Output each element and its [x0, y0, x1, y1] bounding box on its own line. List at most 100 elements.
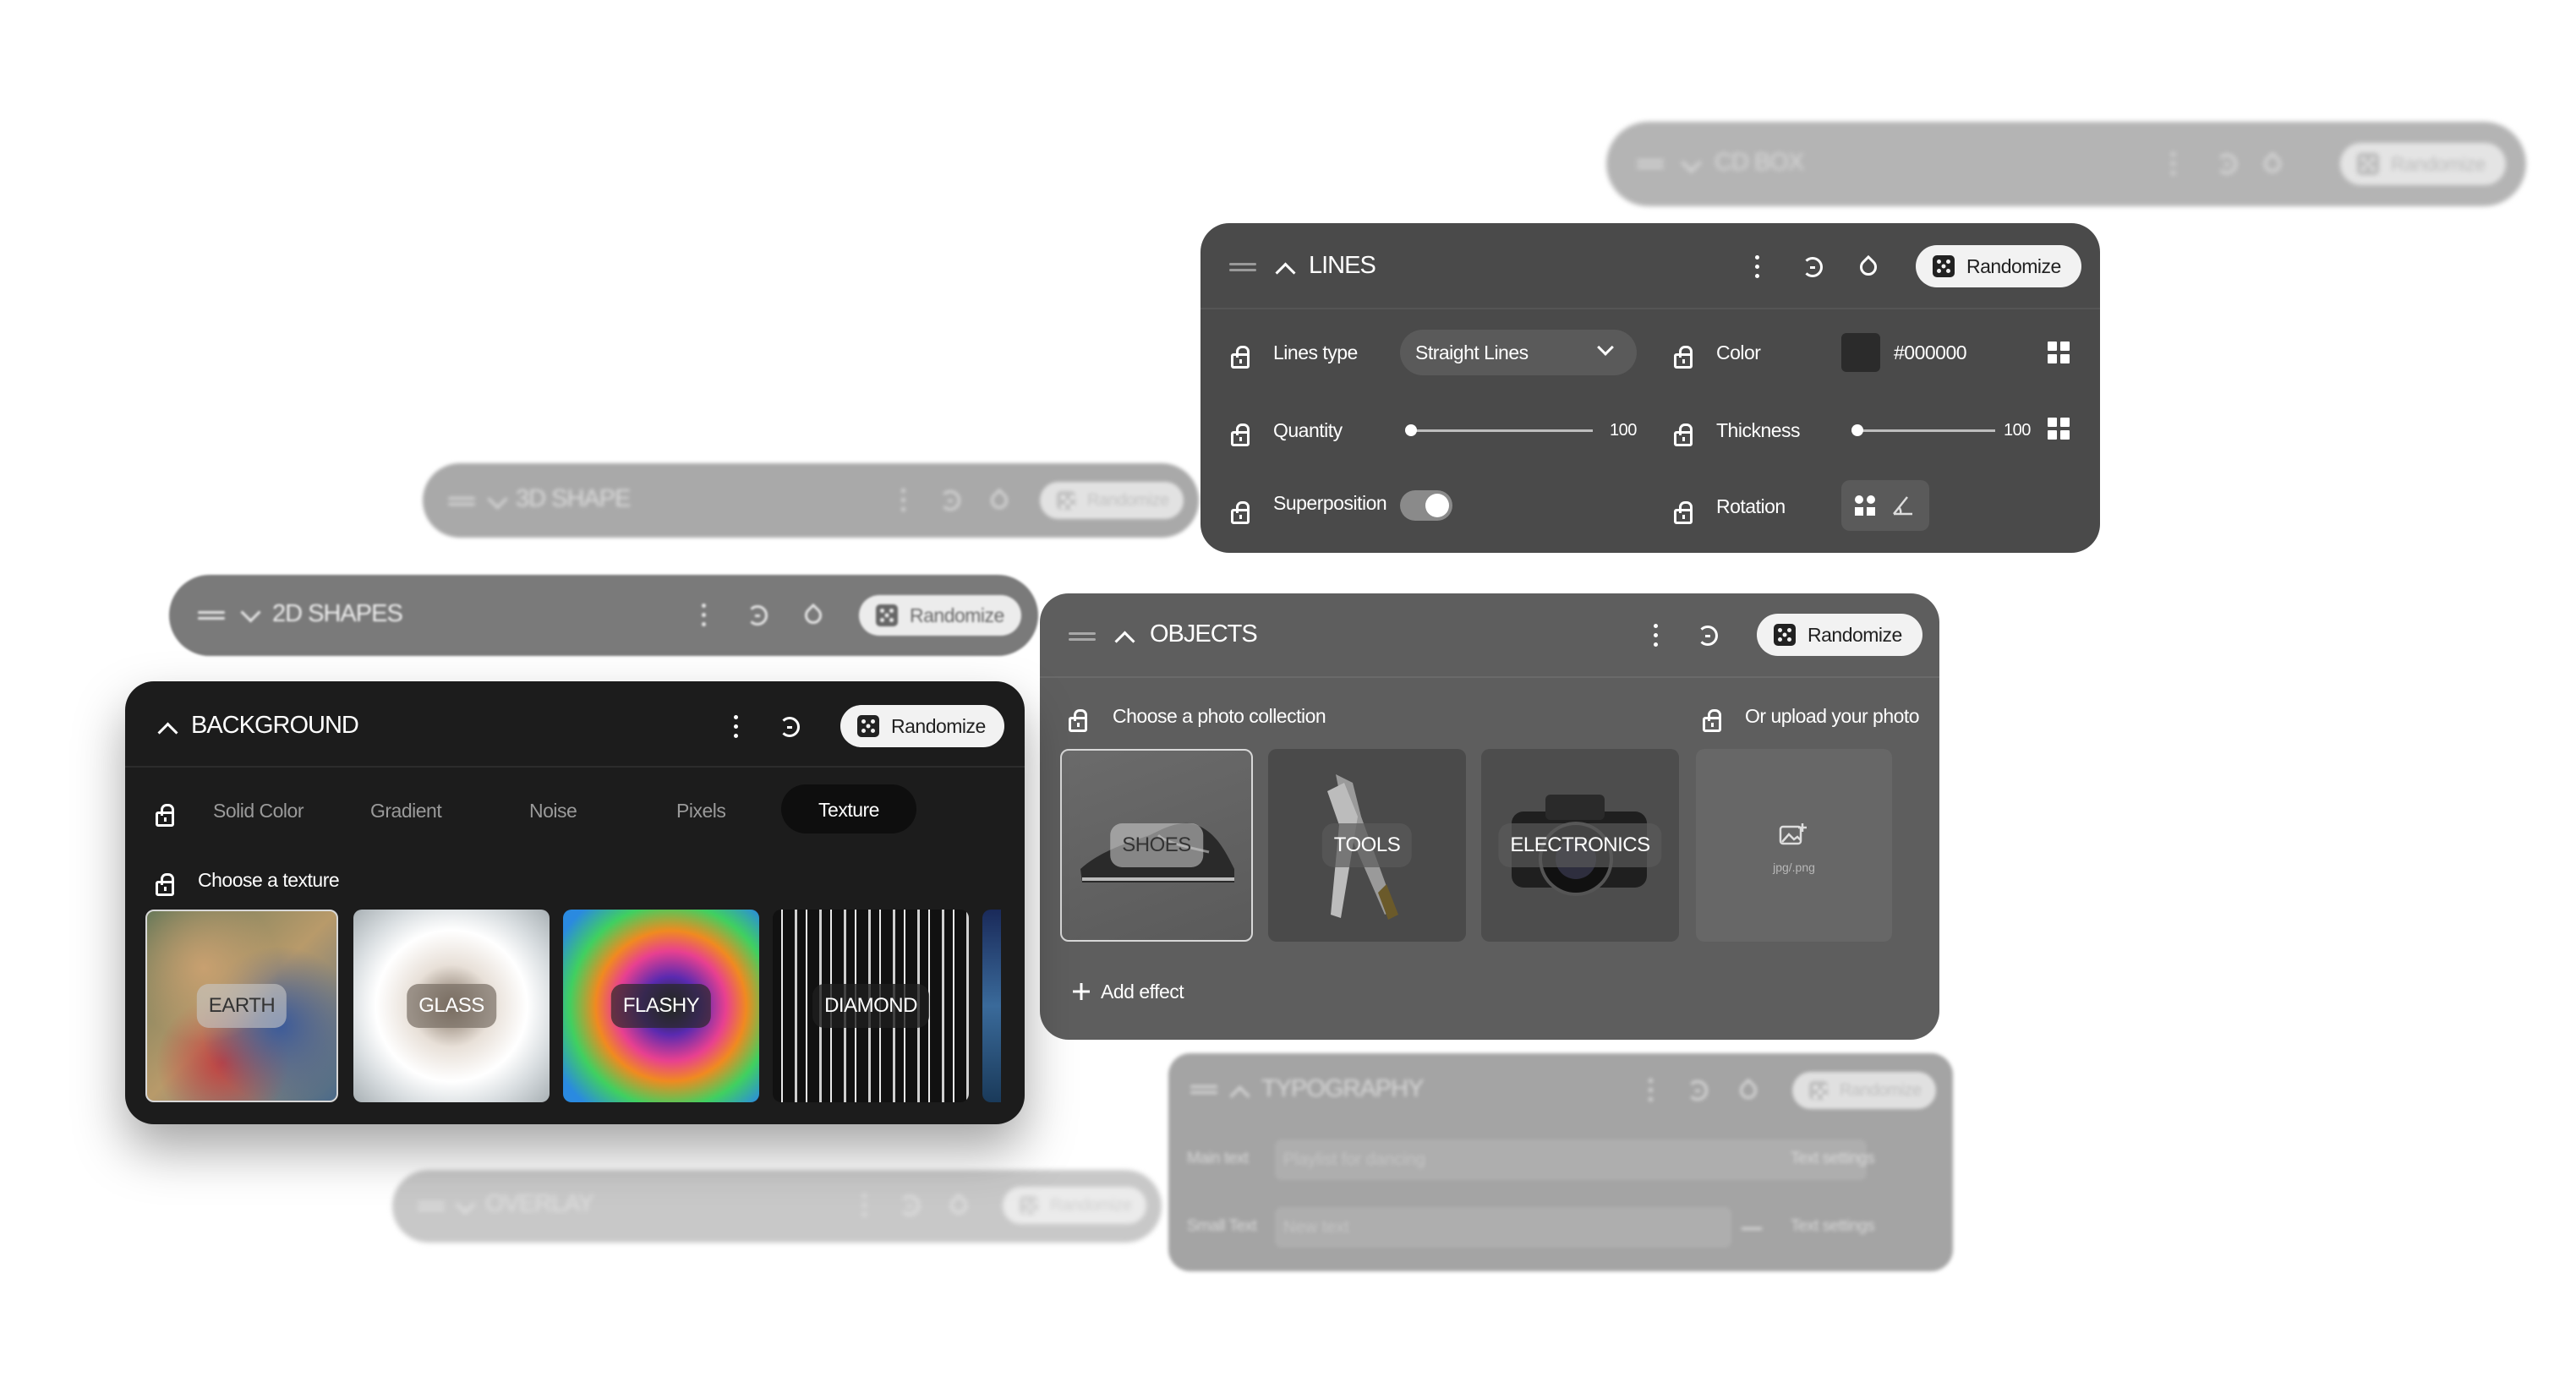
grip-icon[interactable]: [418, 1202, 445, 1210]
quantity-slider-handle[interactable]: [1405, 424, 1417, 436]
kebab-icon[interactable]: [901, 489, 906, 512]
drop-icon[interactable]: [801, 603, 826, 628]
randomize-button[interactable]: Randomize: [1792, 1072, 1936, 1109]
randomize-button[interactable]: Randomize: [1040, 482, 1184, 519]
grid-icon[interactable]: [2048, 342, 2070, 363]
randomize-button[interactable]: Randomize: [1757, 614, 1922, 656]
lock-icon[interactable]: [1231, 501, 1250, 524]
drop-icon[interactable]: [1856, 254, 1881, 280]
randomize-button[interactable]: Randomize: [1916, 245, 2081, 287]
drop-icon[interactable]: [987, 488, 1012, 513]
drop-icon[interactable]: [946, 1193, 971, 1218]
quantity-slider[interactable]: [1407, 429, 1593, 432]
texture-tile-flashy[interactable]: FLASHY: [563, 910, 759, 1102]
kebab-icon[interactable]: [734, 715, 739, 739]
thickness-slider[interactable]: [1853, 429, 1995, 432]
collection-tile-electronics[interactable]: ELECTRONICS: [1481, 749, 1679, 942]
randomize-button[interactable]: Randomize: [859, 595, 1021, 636]
grip-icon[interactable]: [198, 611, 225, 620]
chevron-up-icon[interactable]: [1114, 631, 1135, 652]
chevron-up-icon[interactable]: [1275, 262, 1296, 283]
add-effect-button[interactable]: Add effect: [1065, 970, 1217, 1013]
lock-icon[interactable]: [156, 804, 174, 827]
lines-type-select[interactable]: Straight Lines: [1400, 330, 1637, 375]
lock-icon[interactable]: [1231, 346, 1250, 369]
kebab-icon[interactable]: [862, 1194, 867, 1217]
grip-icon[interactable]: [1069, 632, 1096, 641]
texture-tile-diamond[interactable]: DIAMOND: [773, 910, 969, 1102]
kebab-icon[interactable]: [1654, 624, 1659, 648]
choose-collection-label: Choose a photo collection: [1113, 705, 1326, 727]
main-text-input[interactable]: Playlist for dancing: [1275, 1139, 1867, 1180]
rotation-control[interactable]: [1841, 480, 1929, 531]
color-swatch[interactable]: [1841, 333, 1880, 372]
quantity-value: 100: [1610, 421, 1637, 440]
text-settings-dropdown[interactable]: Text settings: [1791, 1217, 1875, 1236]
kebab-icon[interactable]: [2171, 152, 2176, 176]
reset-icon[interactable]: [747, 605, 768, 626]
dice-icon: [1933, 255, 1955, 277]
randomize-button[interactable]: Randomize: [1003, 1187, 1146, 1224]
dash-icon: [1742, 1227, 1762, 1230]
reset-icon[interactable]: [2217, 154, 2237, 174]
reset-icon[interactable]: [900, 1195, 920, 1216]
chevron-up-icon[interactable]: [1229, 1085, 1250, 1107]
tab-solid-color[interactable]: Solid Color: [213, 800, 304, 822]
chevron-down-icon[interactable]: [455, 1194, 476, 1215]
drop-icon[interactable]: [2260, 151, 2285, 177]
dice-icon: [1809, 1081, 1828, 1100]
lock-icon[interactable]: [1674, 346, 1693, 369]
superposition-toggle[interactable]: [1400, 490, 1452, 521]
grid-icon[interactable]: [2048, 418, 2070, 440]
reset-icon[interactable]: [940, 490, 960, 511]
lock-icon[interactable]: [1674, 423, 1693, 446]
small-text-label: Small Text: [1187, 1217, 1257, 1235]
texture-tile-glass[interactable]: GLASS: [353, 910, 550, 1102]
panel-cd-box: CD BOX Randomize: [1606, 122, 2526, 206]
reset-icon[interactable]: [1698, 626, 1718, 646]
reset-icon[interactable]: [1687, 1080, 1708, 1101]
small-text-input[interactable]: New text: [1275, 1207, 1731, 1248]
tab-gradient[interactable]: Gradient: [370, 800, 442, 822]
reset-icon[interactable]: [779, 717, 800, 737]
drop-icon[interactable]: [1736, 1078, 1761, 1103]
grip-icon[interactable]: [1190, 1085, 1217, 1094]
kebab-icon[interactable]: [1649, 1079, 1654, 1102]
color-hex-value[interactable]: #000000: [1894, 342, 1967, 364]
chevron-down-icon[interactable]: [1681, 152, 1702, 173]
lock-icon[interactable]: [1674, 501, 1693, 524]
panel-title: CD BOX: [1715, 149, 1804, 176]
kebab-icon[interactable]: [1755, 255, 1760, 279]
lock-icon[interactable]: [1231, 423, 1250, 446]
rotation-label: Rotation: [1716, 495, 1786, 517]
tab-noise[interactable]: Noise: [529, 800, 577, 822]
collection-label: TOOLS: [1321, 823, 1413, 867]
randomize-button[interactable]: Randomize: [840, 705, 1004, 747]
upload-tile[interactable]: jpg/.png: [1696, 749, 1892, 942]
texture-tile-earth[interactable]: EARTH: [145, 910, 338, 1102]
main-text-label: Main text: [1187, 1150, 1249, 1167]
randomize-button[interactable]: Randomize: [2340, 143, 2506, 185]
chevron-up-icon[interactable]: [157, 722, 178, 743]
collection-label: ELECTRONICS: [1498, 823, 1662, 867]
tab-texture[interactable]: Texture: [781, 784, 916, 833]
texture-tile-partial[interactable]: [982, 910, 1001, 1102]
grip-icon[interactable]: [448, 497, 475, 505]
reset-icon[interactable]: [1802, 257, 1823, 277]
kebab-icon[interactable]: [702, 604, 707, 627]
collection-tile-shoes[interactable]: SHOES: [1060, 749, 1253, 942]
chevron-down-icon[interactable]: [240, 602, 261, 623]
text-settings-dropdown[interactable]: Text settings: [1791, 1150, 1875, 1168]
grip-icon[interactable]: [1229, 263, 1256, 271]
collection-tile-tools[interactable]: TOOLS: [1268, 749, 1466, 942]
lock-icon[interactable]: [1069, 709, 1087, 732]
grip-icon[interactable]: [1637, 160, 1664, 168]
shapes-icon: [1855, 495, 1877, 517]
tab-pixels[interactable]: Pixels: [676, 800, 726, 822]
lock-icon[interactable]: [1703, 709, 1721, 732]
chevron-down-icon[interactable]: [487, 489, 508, 510]
quantity-label: Quantity: [1273, 419, 1343, 441]
thickness-slider-handle[interactable]: [1851, 424, 1863, 436]
lock-icon[interactable]: [156, 873, 174, 896]
texture-label: DIAMOND: [812, 984, 929, 1028]
